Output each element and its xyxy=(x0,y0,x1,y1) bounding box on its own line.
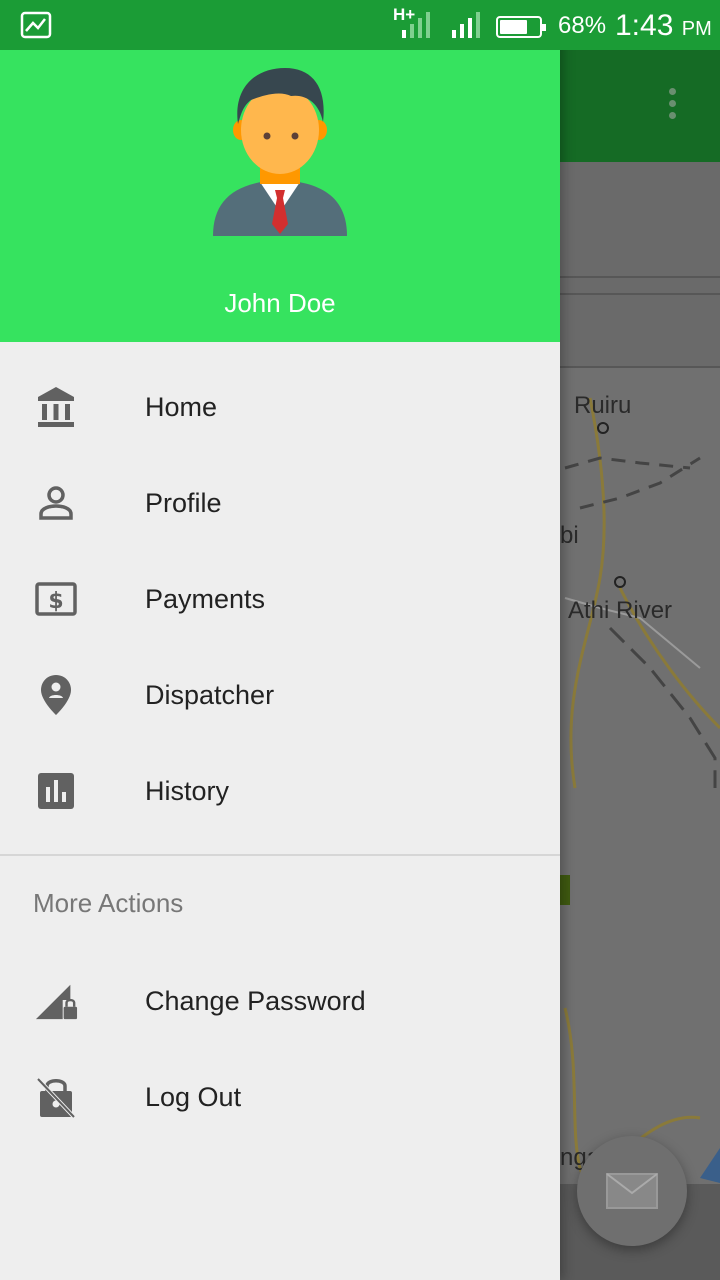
overflow-menu-icon[interactable] xyxy=(660,88,684,124)
signal-lock-icon xyxy=(34,979,78,1023)
nav-label: Home xyxy=(145,391,218,422)
nav-item-dispatcher[interactable]: Dispatcher xyxy=(0,647,560,743)
status-bar: H+ 68% 1:43 PM xyxy=(0,0,720,50)
nav-label: Log Out xyxy=(145,1081,242,1112)
drawer-header: John Doe xyxy=(0,50,560,342)
location-pin-icon xyxy=(34,673,78,717)
clock-ampm: PM xyxy=(681,18,712,40)
user-name: John Doe xyxy=(224,288,336,318)
no-encryption-icon xyxy=(34,1075,78,1119)
bar-chart-icon xyxy=(34,769,78,813)
nav-item-log-out[interactable]: Log Out xyxy=(0,1049,560,1145)
bank-icon xyxy=(34,385,78,429)
nav-label: Change Password xyxy=(145,985,366,1016)
nav-label: Profile xyxy=(145,487,222,518)
clock: 1:43 PM xyxy=(615,9,712,43)
person-icon xyxy=(34,481,78,525)
map-label: Ruiru xyxy=(574,392,632,419)
battery-icon xyxy=(496,16,546,38)
avatar[interactable] xyxy=(205,62,355,242)
signal-strength-icon xyxy=(402,12,430,38)
clock-time: 1:43 xyxy=(615,9,674,42)
nav-label: Dispatcher xyxy=(145,679,275,710)
signal-strength-icon xyxy=(452,12,480,38)
message-fab[interactable] xyxy=(577,1136,687,1246)
nav-item-change-password[interactable]: Change Password xyxy=(0,953,560,1049)
nav-label: History xyxy=(145,775,230,806)
nav-item-payments[interactable]: $ Payments xyxy=(0,551,560,647)
section-title: More Actions xyxy=(33,888,184,918)
gallery-notification-icon xyxy=(20,11,52,44)
nav-item-home[interactable]: Home xyxy=(0,359,560,455)
nav-item-profile[interactable]: Profile xyxy=(0,455,560,551)
section-divider xyxy=(0,854,560,856)
map-label: Athi River xyxy=(568,597,673,624)
nav-label: Payments xyxy=(145,583,266,614)
dollar-card-icon: $ xyxy=(34,577,78,621)
envelope-icon xyxy=(606,1173,658,1209)
map-label: bi xyxy=(560,522,579,549)
battery-percentage: 68% xyxy=(558,12,607,39)
nav-item-history[interactable]: History xyxy=(0,743,560,839)
navigation-drawer: John Doe Home Profile $ Payments Dispatc… xyxy=(0,0,560,1280)
svg-text:$: $ xyxy=(48,589,63,614)
